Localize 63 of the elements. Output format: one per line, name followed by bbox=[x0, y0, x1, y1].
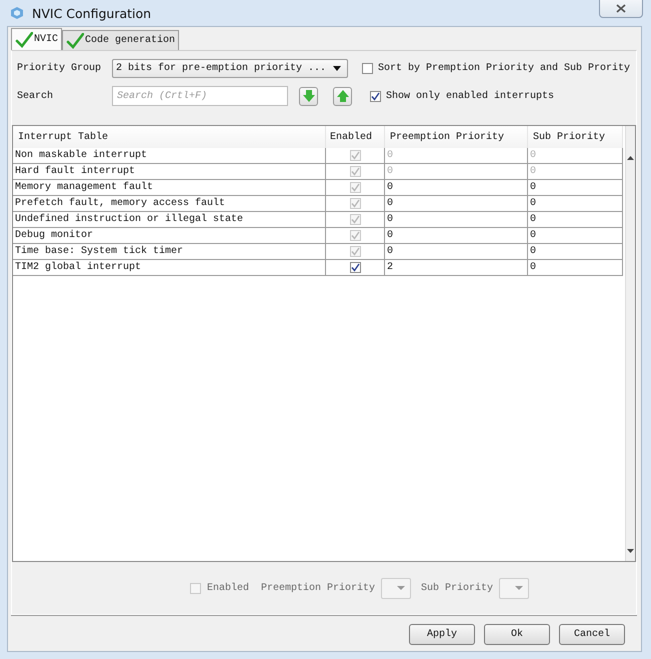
check-icon bbox=[15, 32, 33, 48]
table-cell: 0 bbox=[385, 196, 528, 212]
table-cell: 0 bbox=[528, 180, 623, 196]
checkbox[interactable] bbox=[370, 90, 381, 102]
field-label: Preemption Priority bbox=[261, 582, 376, 594]
table-cell: 0 bbox=[528, 260, 623, 276]
close-icon bbox=[616, 4, 626, 13]
checkbox-label: Show only enabled interrupts bbox=[386, 90, 554, 102]
field-label: Priority Group bbox=[17, 62, 102, 74]
table-cell: 0 bbox=[385, 164, 528, 180]
field-label: Search bbox=[17, 90, 54, 102]
scroll-down-icon bbox=[627, 549, 634, 553]
window-title: NVIC Configuration bbox=[32, 6, 152, 20]
table-cell: 0 bbox=[385, 148, 528, 164]
tab[interactable]: Code generation bbox=[62, 30, 180, 50]
preemption-dropdown[interactable] bbox=[381, 578, 412, 598]
app-icon bbox=[10, 6, 24, 20]
table-cell: 0 bbox=[528, 164, 623, 180]
checkbox[interactable] bbox=[362, 62, 373, 74]
dialog-button[interactable]: Cancel bbox=[559, 624, 625, 645]
arrow-up-icon bbox=[336, 90, 348, 102]
dialog-button[interactable]: Ok bbox=[484, 624, 550, 645]
table-cell: Prefetch fault, memory access fault bbox=[13, 196, 326, 212]
table-cell: 0 bbox=[385, 228, 528, 244]
table-cell: 0 bbox=[528, 212, 623, 228]
table-cell: Time base: System tick timer bbox=[13, 244, 326, 260]
check-icon bbox=[66, 32, 84, 48]
scrollbar[interactable] bbox=[625, 126, 635, 561]
arrow-down-icon bbox=[302, 90, 314, 102]
table-cell: TIM2 global interrupt bbox=[13, 260, 326, 276]
dropdown-arrow-icon bbox=[397, 586, 406, 590]
table-cell: 0 bbox=[385, 212, 528, 228]
column-header[interactable]: Enabled bbox=[326, 126, 385, 148]
table-cell: 2 bbox=[385, 260, 528, 276]
dropdown-arrow-icon bbox=[333, 66, 341, 70]
dialog-button[interactable]: Apply bbox=[409, 624, 475, 645]
close-button[interactable] bbox=[599, 0, 643, 18]
sub-priority-dropdown[interactable] bbox=[499, 578, 530, 598]
table-cell: 0 bbox=[528, 148, 623, 164]
table-cell: Debug monitor bbox=[13, 228, 326, 244]
priority-group-dropdown[interactable]: 2 bits for pre-emption priority ... bbox=[112, 58, 348, 78]
checkbox-label: Enabled bbox=[207, 582, 250, 594]
checkbox-label: Sort by Premption Priority and Sub Prority bbox=[378, 62, 630, 74]
table-cell: 0 bbox=[528, 228, 623, 244]
table-cell: 0 bbox=[528, 244, 623, 260]
column-header[interactable]: Interrupt Table bbox=[13, 126, 326, 148]
table-cell: Memory management fault bbox=[13, 180, 326, 196]
table-cell: Undefined instruction or illegal state bbox=[13, 212, 326, 228]
field-label: Sub Priority bbox=[421, 582, 494, 594]
previous-button[interactable] bbox=[333, 86, 352, 106]
enabled-checkbox[interactable] bbox=[350, 262, 360, 273]
search-field[interactable]: Search (Crtl+F) bbox=[112, 86, 288, 106]
table-cell: 0 bbox=[385, 180, 528, 196]
table-cell: Hard fault interrupt bbox=[13, 164, 326, 180]
next-button[interactable] bbox=[299, 86, 318, 106]
dropdown-arrow-icon bbox=[515, 586, 524, 590]
tab[interactable]: NVIC bbox=[11, 28, 62, 50]
table-cell: 0 bbox=[528, 196, 623, 212]
column-header[interactable]: Preemption Priority bbox=[385, 126, 528, 148]
table-cell: Non maskable interrupt bbox=[13, 148, 326, 164]
table-cell: 0 bbox=[385, 244, 528, 260]
scroll-up-icon bbox=[627, 156, 634, 160]
column-header[interactable]: Sub Priority bbox=[528, 126, 623, 148]
